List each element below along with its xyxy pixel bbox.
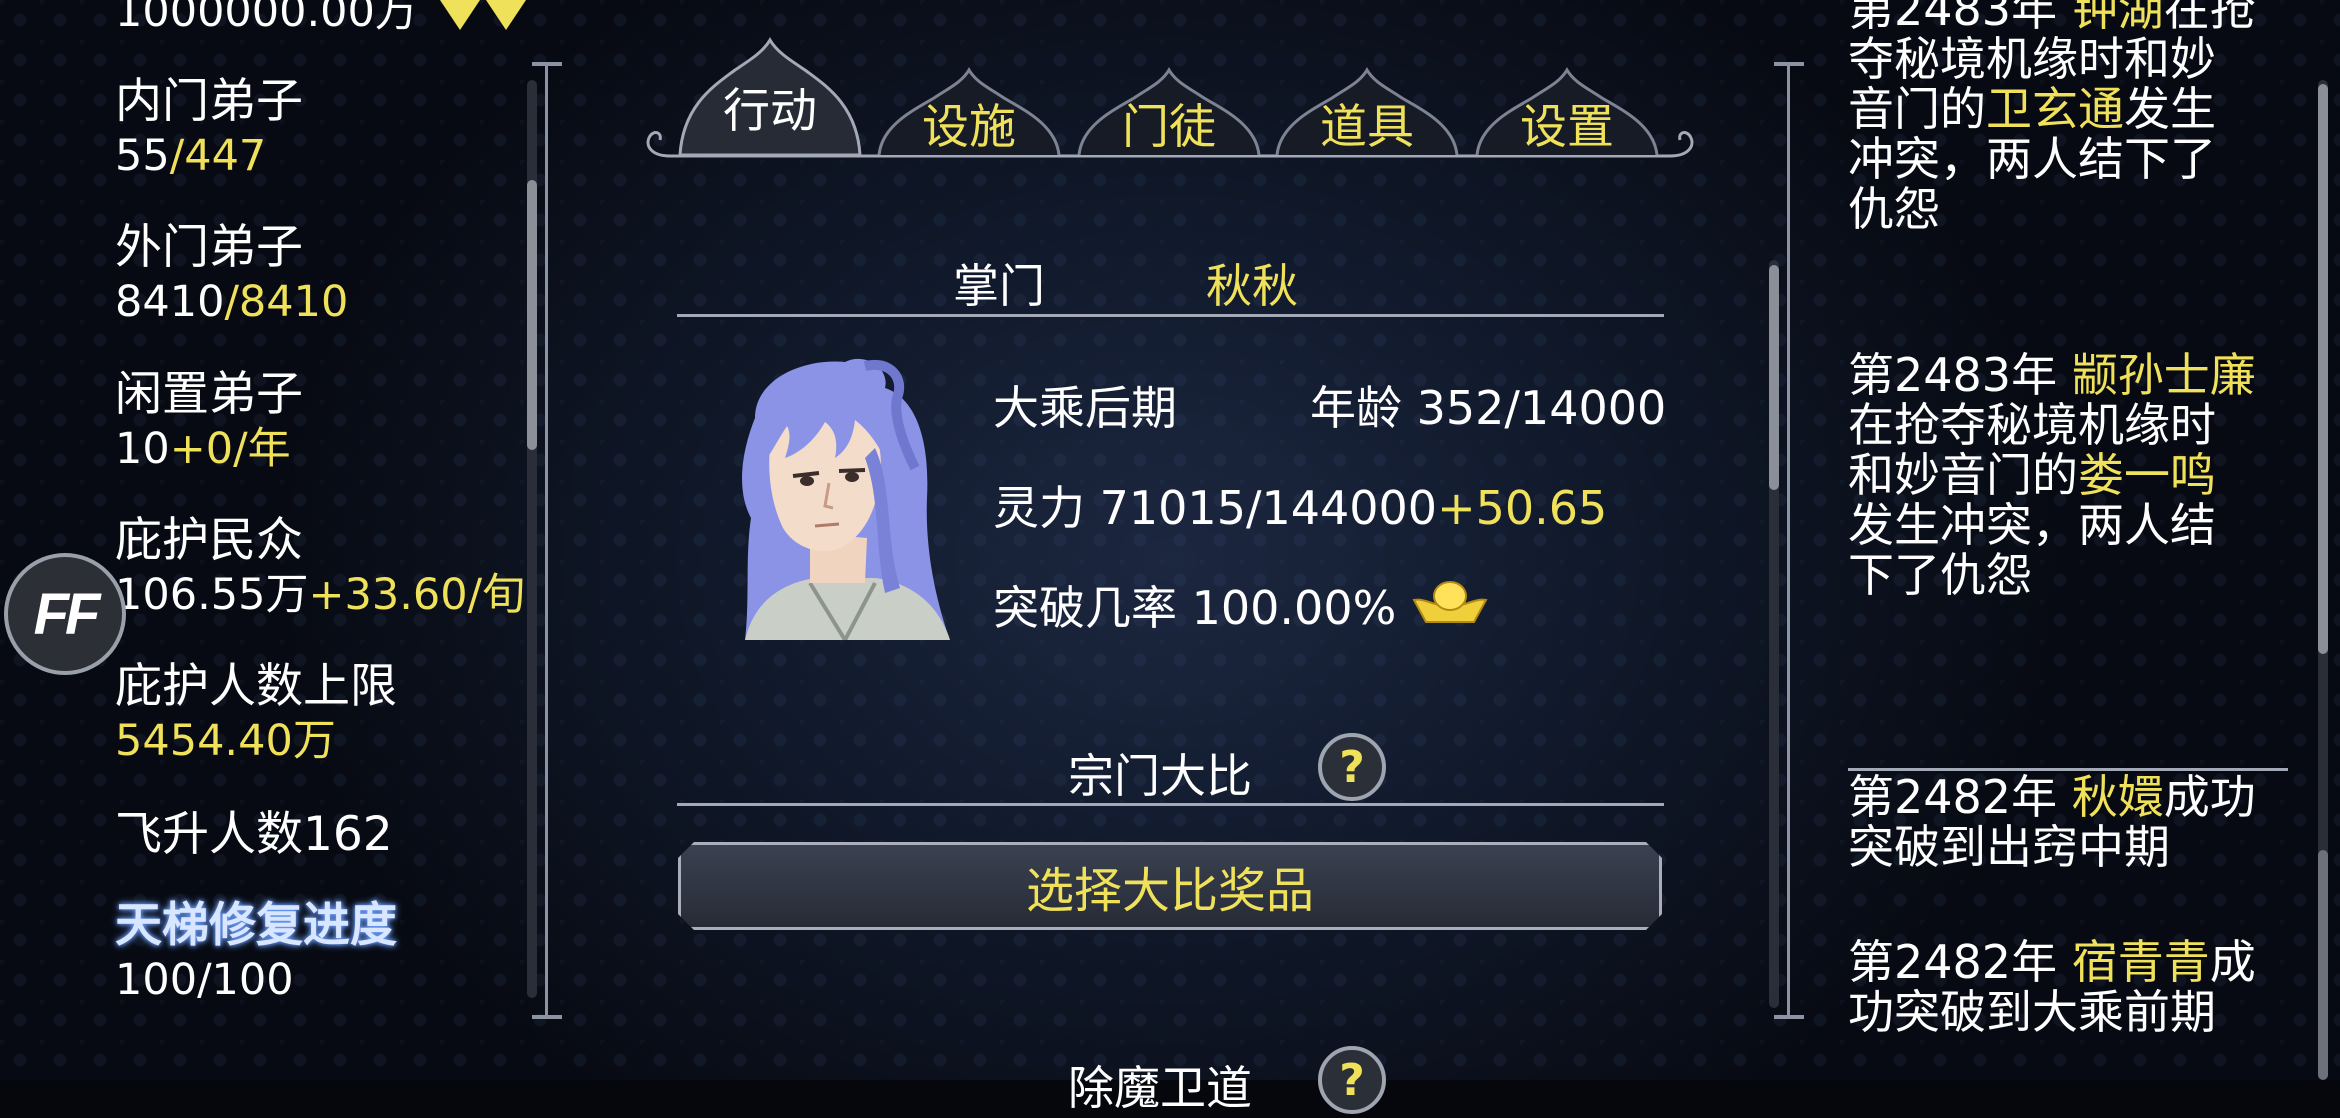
log-scrollbar-thumb-secondary[interactable]: [2318, 850, 2328, 1080]
log-entry: 第2482年 秋嬛成功 突破到出窍中期: [1848, 770, 2256, 874]
stat-protection-limit: 庇护人数上限 5454.40万: [115, 659, 397, 766]
tab-action-label: 行动: [723, 84, 817, 139]
log-entry: 第2482年 宿青青成 功突破到大乘前期: [1848, 935, 2256, 1039]
tab-action[interactable]: 行动: [675, 30, 865, 160]
tournament-divider: [677, 803, 1664, 806]
log-scrollbar-thumb[interactable]: [2318, 84, 2328, 654]
leader-realm: 大乘后期: [993, 381, 1177, 435]
leader-name[interactable]: 秋秋: [1206, 250, 1298, 316]
ladder-repair-progress: 天梯修复进度 100/100: [115, 898, 397, 1005]
log-entry: 第2483年 颛孙士廉 在抢夺秘境机缘时 和妙音门的娄一鸣 发生冲突，两人结 下…: [1848, 348, 2256, 602]
sect-stats-panel[interactable]: 1000000.00万 内门弟子 55/447 外门弟子 8410/8410 闲…: [0, 0, 540, 1080]
ff-badge-icon[interactable]: FF: [4, 553, 126, 675]
tab-facilities-label: 设施: [922, 100, 1016, 155]
stat-inner-disciples: 内门弟子 55/447: [115, 74, 303, 181]
stat-outer-disciples: 外门弟子 8410/8410: [115, 220, 349, 327]
leader-portrait[interactable]: [715, 358, 960, 640]
tab-items[interactable]: 道具: [1272, 30, 1462, 160]
tab-settings-label: 设置: [1520, 100, 1614, 155]
leader-divider: [677, 314, 1664, 317]
down-arrows-icon[interactable]: [440, 0, 530, 32]
right-divider-cap-bottom: [1774, 1015, 1804, 1019]
stat-idle-disciples: 闲置弟子 10+0/年: [115, 367, 303, 474]
sect-resource-value: 1000000.00万: [115, 0, 418, 37]
tournament-title: 宗门大比: [1068, 749, 1252, 803]
select-prize-button[interactable]: 选择大比奖品: [678, 842, 1662, 930]
stat-protected-people: 庇护民众 106.55万+33.60/旬: [115, 513, 526, 620]
right-divider: [1787, 62, 1790, 1018]
demon-slaying-title: 除魔卫道: [1068, 1061, 1252, 1115]
tab-facilities[interactable]: 设施: [874, 30, 1064, 160]
log-entry: 第2483年 钟湖在抢 夺秘境机缘时和妙 音门的卫玄通发生 冲突，两人结下了 仇…: [1848, 0, 2256, 236]
center-scrollbar-thumb[interactable]: [1769, 265, 1779, 490]
leader-spirit: 灵力 71015/144000+50.65: [993, 481, 1608, 535]
leader-age: 年龄 352/14000: [1310, 381, 1667, 435]
tab-settings[interactable]: 设置: [1472, 30, 1662, 160]
leader-breakthrough: 突破几率 100.00%: [993, 581, 1397, 635]
left-divider-cap-bottom: [532, 1015, 562, 1019]
tournament-help-icon[interactable]: ?: [1318, 733, 1386, 801]
demon-slaying-help-icon[interactable]: ?: [1318, 1046, 1386, 1114]
gold-ingot-icon[interactable]: [1412, 578, 1488, 626]
left-scrollbar-thumb[interactable]: [527, 180, 537, 450]
stat-ascended-count: 飞升人数162: [115, 807, 393, 862]
leader-header-label: 掌门: [953, 259, 1045, 313]
left-divider: [545, 62, 548, 1018]
tab-disciples[interactable]: 门徒: [1074, 30, 1264, 160]
tab-disciples-label: 门徒: [1122, 100, 1216, 155]
tab-items-label: 道具: [1320, 100, 1414, 155]
